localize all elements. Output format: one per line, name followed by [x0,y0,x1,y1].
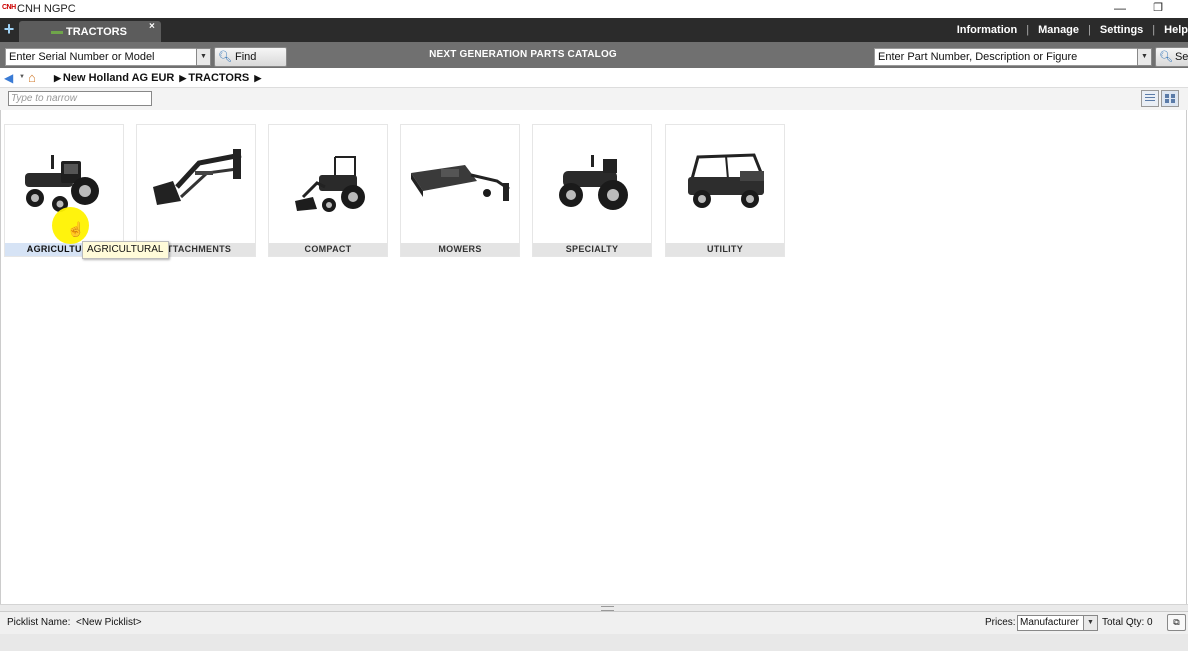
category-grid: AGRICULTURAL ATTACHMENTS COMPACT MOWERS … [0,110,1188,604]
specialty-tractor-image [559,155,628,210]
back-arrow-icon[interactable]: ◀ [4,71,13,85]
prices-label: Prices: [985,617,1016,628]
menu-help[interactable]: Help [1155,24,1188,36]
grid-view-icon [1165,94,1169,98]
breadcrumb: ◀ ▼ ⌂ ▶ New Holland AG EUR ▶ TRACTORS ▶ [0,68,1188,87]
content-border-left [0,110,1,604]
minimize-button[interactable]: — [1110,1,1130,15]
search-icon: 🔍︎ [1159,51,1173,63]
tab-bar: + TRACTORS × Information | Manage | Sett… [0,18,1188,42]
tab-label: TRACTORS [66,26,127,38]
panel-splitter[interactable] [0,604,1188,611]
hand-cursor-icon: ☝ [67,221,85,237]
loader-attachment-image [153,149,242,205]
breadcrumb-item-new-holland[interactable]: New Holland AG EUR [63,72,174,84]
window-titlebar: CNH CNH NGPC — ❐ [0,0,1188,18]
part-number-input[interactable]: Enter Part Number, Description or Figure [874,48,1141,66]
menu-manage[interactable]: Manage [1029,24,1088,36]
popout-icon: ⧉ [1173,617,1180,627]
tab-tractors[interactable]: TRACTORS × [19,21,161,42]
popout-picklist-button[interactable]: ⧉ [1167,614,1186,631]
utility-vehicle-image [688,153,764,208]
category-card-mowers[interactable]: MOWERS [400,124,520,257]
category-label: UTILITY [666,243,784,256]
close-tab-icon[interactable]: × [149,21,155,32]
mower-image [411,165,510,201]
filter-row: Type to narrow [0,87,1188,111]
breadcrumb-item-tractors[interactable]: TRACTORS [188,72,249,84]
narrow-filter-input[interactable]: Type to narrow [8,91,152,106]
compact-tractor-image [295,156,365,212]
grid-view-button[interactable] [1161,90,1179,107]
status-bar: Picklist Name: <New Picklist> Prices: Ma… [0,611,1188,635]
content-border-right [1186,110,1187,604]
category-card-compact[interactable]: COMPACT [268,124,388,257]
category-card-specialty[interactable]: SPECIALTY [532,124,652,257]
history-dropdown-icon[interactable]: ▼ [19,74,25,80]
menu-information[interactable]: Information [948,24,1027,36]
prices-select[interactable]: Manufacturer [1017,615,1085,631]
prices-dropdown-button[interactable]: ▼ [1083,615,1098,631]
breadcrumb-arrow-icon: ▶ [179,73,187,83]
top-menu: Information | Manage | Settings | Help [948,18,1188,42]
category-tooltip: AGRICULTURAL [82,241,169,259]
category-label: SPECIALTY [533,243,651,256]
picklist-name-value[interactable]: <New Picklist> [76,617,142,628]
part-dropdown-button[interactable]: ▼ [1137,48,1152,66]
home-icon[interactable]: ⌂ [28,70,36,85]
new-tab-button[interactable]: + [1,19,17,41]
breadcrumb-arrow-icon: ▶ [54,73,61,83]
category-card-attachments[interactable]: ATTACHMENTS [136,124,256,257]
category-label: MOWERS [401,243,519,256]
bottom-strip [0,634,1188,651]
total-qty: Total Qty: 0 [1102,617,1153,628]
breadcrumb-arrow-icon[interactable]: ▶ [254,73,261,83]
window-title: CNH NGPC [17,3,76,15]
search-label: Search [1174,51,1188,63]
search-button[interactable]: 🔍︎Search [1155,47,1188,67]
restore-button[interactable]: ❐ [1148,1,1168,14]
breadcrumb-trail: ▶ New Holland AG EUR ▶ TRACTORS ▶ [52,72,263,84]
list-view-button[interactable] [1141,90,1159,107]
picklist-name-label: Picklist Name: [7,617,71,628]
category-card-utility[interactable]: UTILITY [665,124,785,257]
search-bar: Enter Serial Number or Model ▼ 🔍︎Find Mo… [0,42,1188,81]
category-label: COMPACT [269,243,387,256]
tractor-tab-icon [51,31,63,34]
list-view-icon [1145,94,1155,95]
menu-settings[interactable]: Settings [1091,24,1152,36]
app-logo: CNH [2,4,16,11]
